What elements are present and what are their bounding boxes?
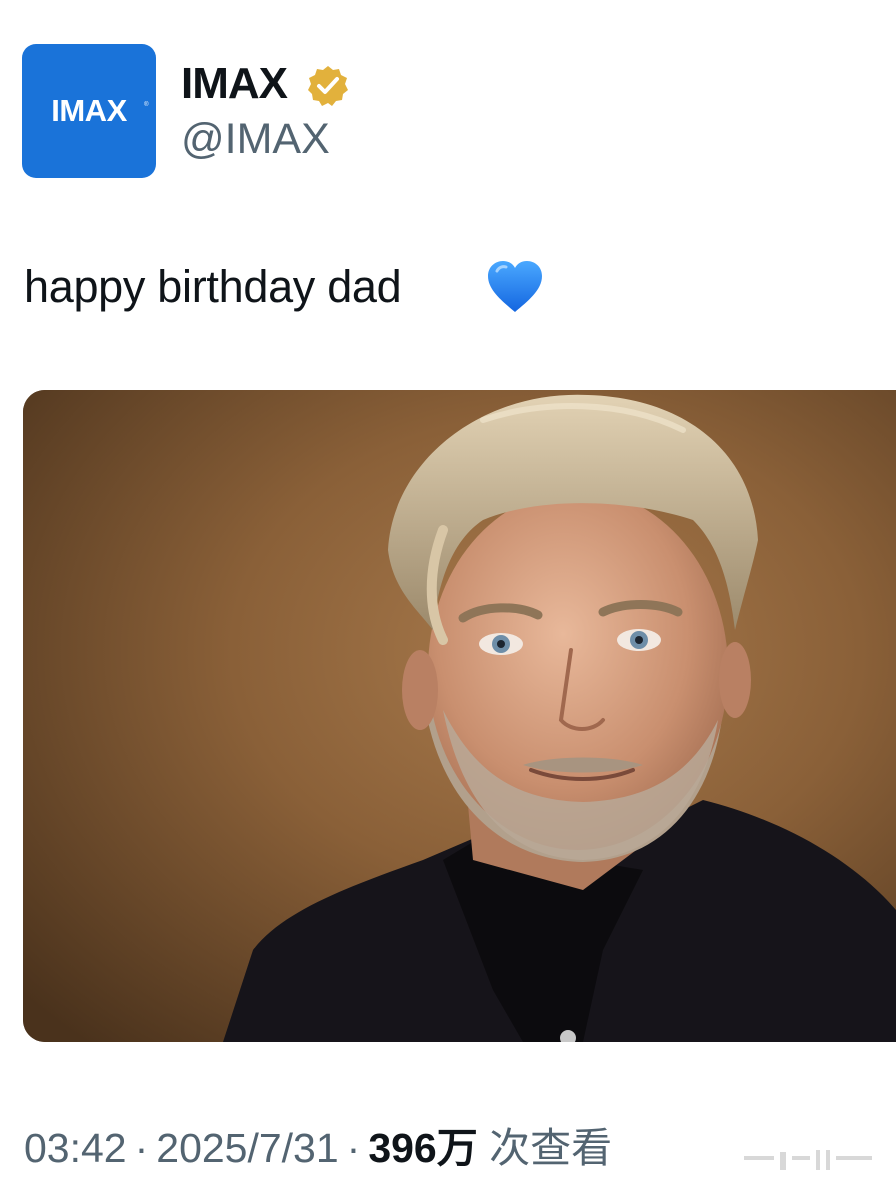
tweet-date[interactable]: 2025/7/31	[156, 1125, 338, 1171]
tweet-meta: 03:42 · 2025/7/31 · 396万 次查看	[24, 1122, 612, 1174]
tweet-time[interactable]: 03:42	[24, 1125, 127, 1171]
registered-mark: ®	[144, 102, 148, 108]
blue-heart-icon	[488, 261, 542, 312]
display-name[interactable]: IMAX	[181, 58, 288, 110]
views-count: 396万	[368, 1125, 478, 1171]
tweet-photo[interactable]	[23, 390, 896, 1042]
avatar[interactable]: IMAX ®	[22, 44, 156, 178]
watermark-icon	[744, 1150, 872, 1170]
tweet-card: IMAX ® IMAX @IMAX happy birthday dad 03:…	[0, 0, 896, 1192]
separator: ·	[346, 1125, 361, 1171]
account-handle[interactable]: @IMAX	[181, 114, 330, 164]
verified-badge-icon	[308, 66, 348, 106]
separator: ·	[134, 1125, 149, 1171]
tweet-text: happy birthday dad	[24, 261, 402, 312]
views-label: 次查看	[489, 1125, 613, 1171]
imax-logo-text: IMAX	[51, 93, 127, 128]
portrait-photo	[23, 390, 896, 1042]
